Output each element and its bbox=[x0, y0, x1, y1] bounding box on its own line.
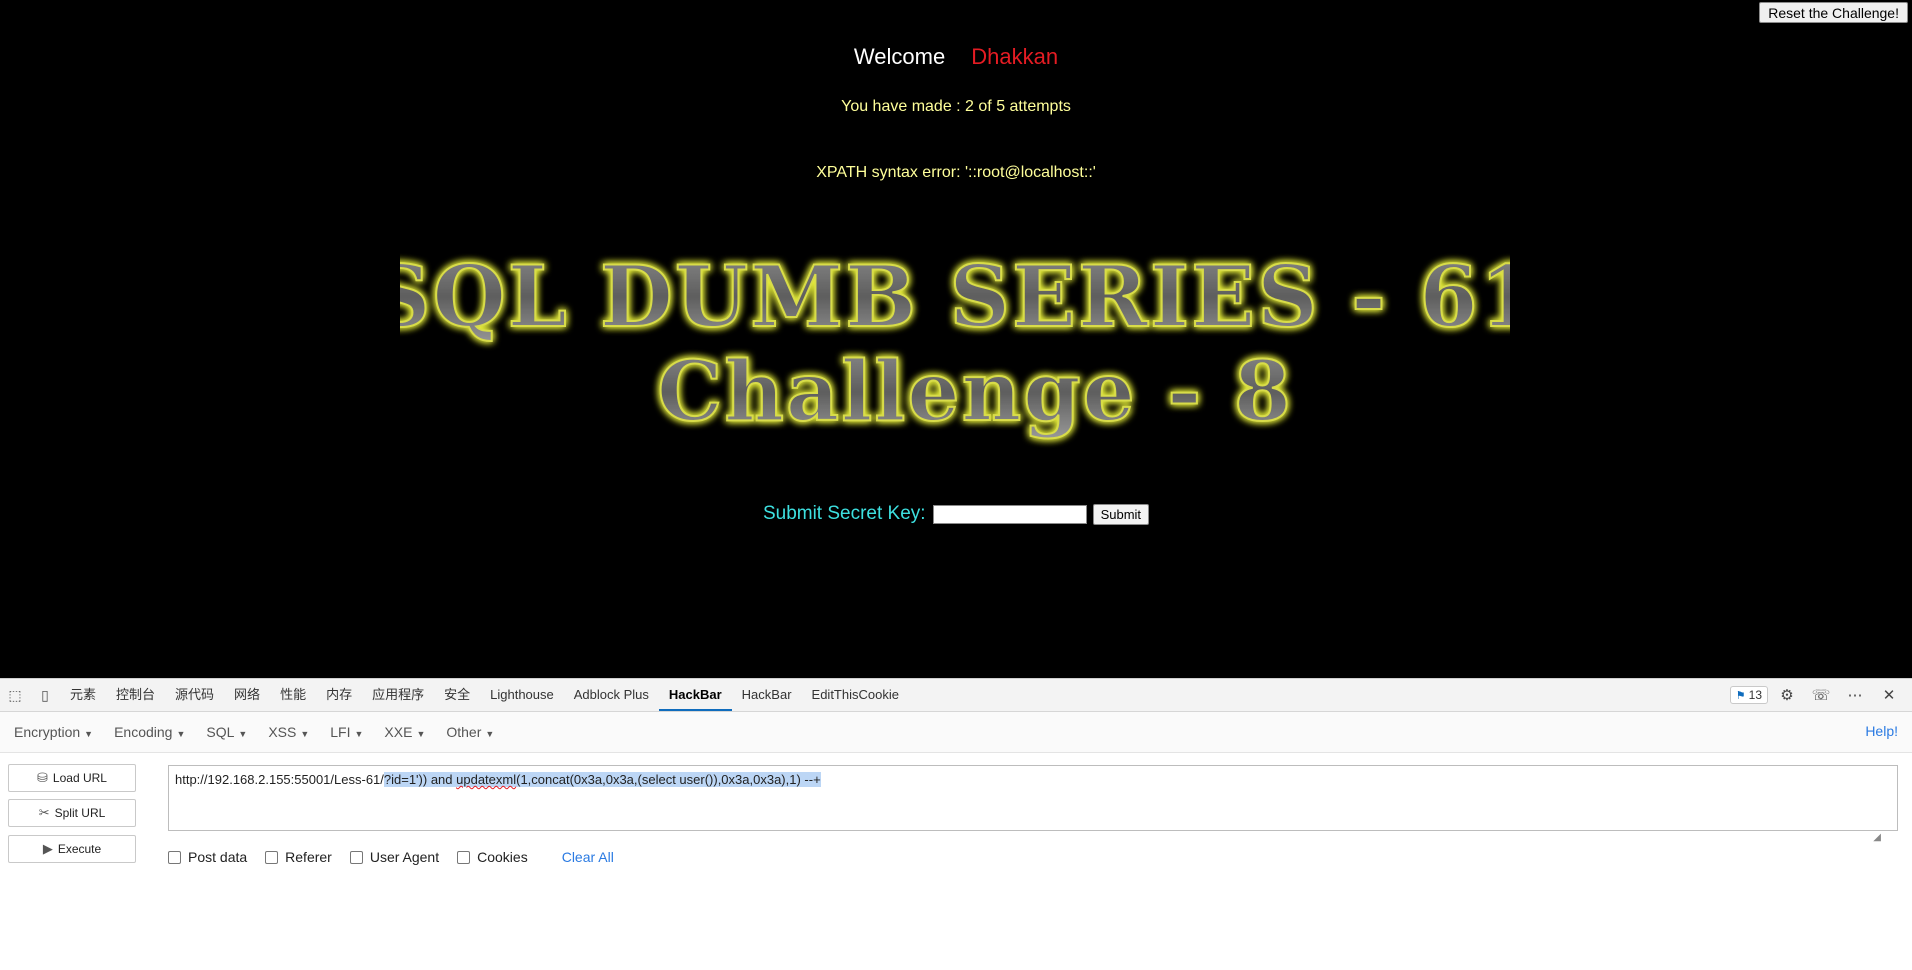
caret-down-icon: ▼ bbox=[238, 729, 248, 739]
checkbox-box bbox=[168, 850, 181, 864]
post-data-checkbox[interactable]: Post data bbox=[168, 849, 247, 865]
checkbox-box bbox=[265, 850, 279, 864]
split-url-button[interactable]: ✂ Split URL bbox=[8, 799, 136, 827]
checkbox-box bbox=[457, 850, 471, 864]
hackbar-menu: Encryption ▼ Encoding ▼ SQL ▼ XSS ▼ LFI ▼ XXE… bbox=[0, 712, 1912, 753]
caret-down-icon: ▼ bbox=[354, 729, 364, 739]
welcome-label: Welcome bbox=[853, 44, 946, 69]
caret-down-icon: ▼ bbox=[300, 729, 310, 739]
tab-console[interactable]: 控制台 bbox=[106, 679, 165, 711]
tab-lighthouse[interactable]: Lighthouse bbox=[480, 679, 564, 711]
tab-application[interactable]: 应用程序 bbox=[362, 679, 434, 711]
tab-elements[interactable]: 元素 bbox=[60, 679, 106, 711]
url-prefix: http://192.168.2.155:55001/Less-61/ bbox=[175, 772, 384, 787]
clear-all-link[interactable]: Clear All bbox=[562, 849, 614, 865]
secret-key-input[interactable] bbox=[932, 504, 1087, 524]
menu-other[interactable]: Other ▼ bbox=[439, 724, 501, 740]
hackbar-body: ⛁ Load URL ✂ Split URL ▶ Execute http://192… bbox=[0, 753, 1912, 963]
tab-network[interactable]: 网络 bbox=[224, 679, 270, 711]
execute-button[interactable]: ▶ Execute bbox=[8, 835, 136, 863]
more-icon[interactable]: ⋯ bbox=[1840, 686, 1870, 704]
caret-down-icon: ▼ bbox=[485, 729, 495, 739]
menu-xxe[interactable]: XXE ▼ bbox=[377, 724, 432, 740]
referer-checkbox[interactable]: Referer bbox=[265, 849, 332, 865]
reset-challenge-button[interactable]: Reset the Challenge! bbox=[1759, 2, 1908, 23]
tab-memory[interactable]: 内存 bbox=[316, 679, 362, 711]
load-url-icon: ⛁ bbox=[37, 770, 48, 785]
menu-encryption[interactable]: Encryption ▼ bbox=[7, 724, 100, 740]
close-icon[interactable]: ✕ bbox=[1874, 686, 1904, 704]
banner-title: SQL DUMB SERIES - 61 bbox=[400, 247, 1510, 346]
attempts-text: You have made : 2 of 5 attempts bbox=[841, 98, 1071, 115]
url-textarea[interactable]: http://192.168.2.155:55001/Less-61/?id=1… bbox=[168, 765, 1898, 843]
tab-adblock-plus[interactable]: Adblock Plus bbox=[564, 679, 659, 711]
xpath-error-text: XPATH syntax error: '::root@localhost::' bbox=[816, 164, 1096, 181]
banner-subtitle: Challenge - 8 bbox=[657, 344, 1293, 440]
menu-sql[interactable]: SQL ▼ bbox=[199, 724, 254, 740]
options-row: Post data Referer User Agent Cookies Cle… bbox=[168, 849, 614, 865]
caret-down-icon: ▼ bbox=[176, 729, 186, 739]
resize-handle-icon[interactable]: ◢ bbox=[1873, 832, 1881, 843]
scissors-icon: ✂ bbox=[38, 805, 50, 820]
inspect-icon[interactable]: ⬚ bbox=[0, 679, 30, 711]
caret-down-icon: ▼ bbox=[416, 729, 426, 739]
secret-key-label: Submit Secret Key: bbox=[762, 503, 926, 524]
challenge-page: Reset the Challenge! Welcome Dhakkan You … bbox=[0, 0, 1912, 678]
secret-key-form: Submit Secret Key: Submit bbox=[0, 503, 1912, 525]
feedback-icon[interactable]: ☏ bbox=[1806, 686, 1836, 704]
tab-hackbar-active[interactable]: HackBar bbox=[658, 679, 732, 711]
issues-badge[interactable]: ⚑ 13 bbox=[1729, 686, 1768, 704]
flag-icon: ⚑ bbox=[1735, 690, 1746, 702]
play-icon: ▶ bbox=[42, 841, 53, 856]
tab-hackbar[interactable]: HackBar bbox=[732, 679, 802, 711]
menu-xss[interactable]: XSS ▼ bbox=[261, 724, 316, 740]
tab-sources[interactable]: 源代码 bbox=[165, 679, 224, 711]
help-link[interactable]: Help! bbox=[1865, 723, 1898, 739]
url-selected-query: ?id=1')) and updatexml(1,concat(0x3a,0x3… bbox=[383, 772, 821, 787]
welcome-name: Dhakkan bbox=[971, 44, 1059, 69]
checkbox-box bbox=[349, 850, 363, 864]
tab-security[interactable]: 安全 bbox=[434, 679, 480, 711]
tab-performance[interactable]: 性能 bbox=[270, 679, 316, 711]
devtools-tab-bar: ⬚ ▯ 元素 控制台 源代码 网络 性能 内存 应用程序 安全 Lighthou… bbox=[0, 679, 1912, 712]
load-url-button[interactable]: ⛁ Load URL bbox=[8, 764, 136, 792]
device-toolbar-icon[interactable]: ▯ bbox=[30, 679, 60, 711]
submit-button[interactable]: Submit bbox=[1092, 503, 1150, 525]
gear-icon[interactable]: ⚙ bbox=[1772, 686, 1802, 704]
caret-down-icon: ▼ bbox=[84, 729, 94, 739]
cookies-checkbox[interactable]: Cookies bbox=[457, 849, 528, 865]
menu-lfi[interactable]: LFI ▼ bbox=[323, 724, 370, 740]
user-agent-checkbox[interactable]: User Agent bbox=[349, 849, 439, 865]
devtools-panel: ⬚ ▯ 元素 控制台 源代码 网络 性能 内存 应用程序 安全 Lighthou… bbox=[0, 678, 1912, 970]
menu-encoding[interactable]: Encoding ▼ bbox=[107, 724, 192, 740]
welcome-line: Welcome Dhakkan bbox=[0, 44, 1912, 70]
challenge-banner: SQL DUMB SERIES - 61 Challenge - 8 bbox=[369, 230, 1539, 450]
issues-count: 13 bbox=[1748, 688, 1762, 702]
devtools-actions: ⚑ 13 ⚙ ☏ ⋯ ✕ bbox=[1729, 679, 1912, 711]
tab-editthiscookie[interactable]: EditThisCookie bbox=[802, 679, 909, 711]
